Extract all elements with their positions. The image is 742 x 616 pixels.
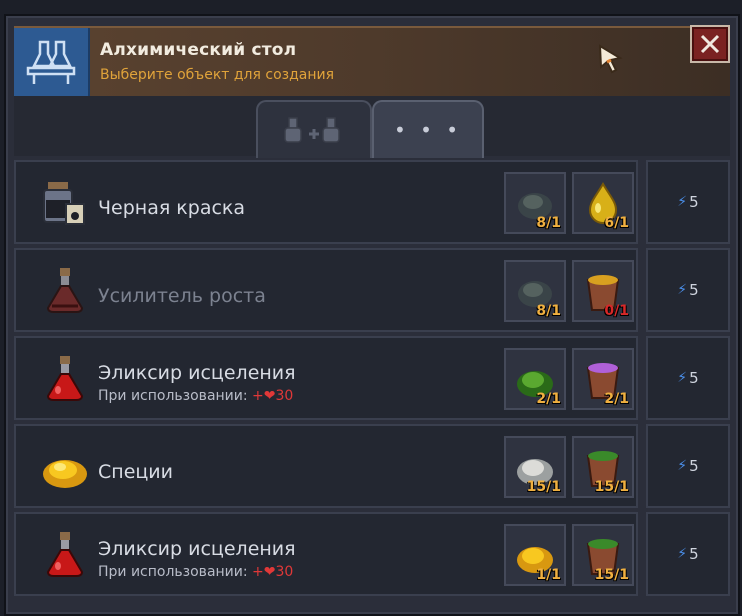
recipe-name: Эликсир исцеления xyxy=(98,362,296,384)
recipe-cell[interactable]: Эликсир исцеления При использовании: +❤3… xyxy=(14,336,638,420)
energy-cost: ⚡ 5 xyxy=(646,512,730,596)
recipe-name: Усилитель роста xyxy=(98,285,266,307)
ingredient-count: 15/1 xyxy=(594,479,629,495)
recipe-effect: При использовании: +❤30 xyxy=(98,564,293,580)
ingredient-count: 2/1 xyxy=(536,391,561,407)
energy-bolt-icon: ⚡ xyxy=(677,458,688,474)
recipe-name: Специи xyxy=(98,461,174,483)
more-dots-icon: • • • xyxy=(393,118,463,142)
ingredient-slot[interactable]: 15/1 xyxy=(504,436,566,498)
energy-cost: ⚡ 5 xyxy=(646,424,730,508)
energy-cost: ⚡ 5 xyxy=(646,336,730,420)
energy-cost: ⚡ 5 xyxy=(646,160,730,244)
tab-bar: • • • xyxy=(14,96,730,158)
ingredient-count: 15/1 xyxy=(526,479,561,495)
ingredient-slot[interactable]: 1/1 xyxy=(504,524,566,586)
recipe-cell[interactable]: Черная краска 8/1 6/1 xyxy=(14,160,638,244)
energy-bolt-icon: ⚡ xyxy=(677,546,688,562)
recipe-row[interactable]: Эликсир исцеления При использовании: +❤3… xyxy=(14,512,730,598)
ingredient-count: 8/1 xyxy=(536,303,561,319)
effect-label: При использовании: xyxy=(98,388,248,404)
energy-value: 5 xyxy=(689,281,699,299)
ingredient-count: 2/1 xyxy=(604,391,629,407)
recipe-row[interactable]: Специи 15/1 15/1 ⚡ 5 xyxy=(14,424,730,510)
healing-potion-icon xyxy=(46,356,84,401)
tab-more[interactable]: • • • xyxy=(372,100,484,158)
close-button[interactable] xyxy=(690,25,730,63)
black-paint-jar-icon xyxy=(43,182,85,225)
ingredient-count: 15/1 xyxy=(594,567,629,583)
ingredient-slot[interactable]: 6/1 xyxy=(572,172,634,234)
energy-cost: ⚡ 5 xyxy=(646,248,730,332)
recipe-row[interactable]: Усилитель роста 8/1 0/1 ⚡ 5 xyxy=(14,248,730,334)
close-icon xyxy=(700,34,720,54)
recipe-row[interactable]: Черная краска 8/1 6/1 ⚡ 5 xyxy=(14,160,730,246)
ingredient-count: 0/1 xyxy=(604,303,629,319)
tab-combine[interactable] xyxy=(256,100,372,158)
recipe-cell[interactable]: Специи 15/1 15/1 xyxy=(14,424,638,508)
ingredient-slot[interactable]: 0/1 xyxy=(572,260,634,322)
energy-value: 5 xyxy=(689,193,699,211)
healing-potion-icon xyxy=(46,532,84,577)
recipe-cell[interactable]: Усилитель роста 8/1 0/1 xyxy=(14,248,638,332)
ingredient-slot[interactable]: 8/1 xyxy=(504,260,566,322)
window-title: Алхимический стол xyxy=(100,40,297,60)
window-subtitle: Выберите объект для создания xyxy=(100,67,335,83)
effect-label: При использовании: xyxy=(98,564,248,580)
recipe-row[interactable]: Эликсир исцеления При использовании: +❤3… xyxy=(14,336,730,422)
ingredient-count: 6/1 xyxy=(604,215,629,231)
recipe-cell[interactable]: Эликсир исцеления При использовании: +❤3… xyxy=(14,512,638,596)
recipe-name: Черная краска xyxy=(98,197,246,219)
ingredient-slot[interactable]: 8/1 xyxy=(504,172,566,234)
ingredient-slot[interactable]: 15/1 xyxy=(572,436,634,498)
energy-bolt-icon: ⚡ xyxy=(677,282,688,298)
health-bonus: +❤30 xyxy=(252,388,294,404)
recipe-effect: При использовании: +❤30 xyxy=(98,388,293,404)
ingredient-count: 8/1 xyxy=(536,215,561,231)
ingredient-slot[interactable]: 2/1 xyxy=(572,348,634,410)
ingredient-count: 1/1 xyxy=(536,567,561,583)
ingredient-slot[interactable]: 15/1 xyxy=(572,524,634,586)
energy-value: 5 xyxy=(689,457,699,475)
energy-value: 5 xyxy=(689,369,699,387)
health-bonus: +❤30 xyxy=(252,564,294,580)
alchemy-blueprint-icon xyxy=(14,28,90,98)
ingredient-slot[interactable]: 2/1 xyxy=(504,348,566,410)
energy-value: 5 xyxy=(689,545,699,563)
recipe-name: Эликсир исцеления xyxy=(98,538,296,560)
energy-bolt-icon: ⚡ xyxy=(677,370,688,386)
spice-pile-icon xyxy=(43,460,87,488)
combine-flasks-icon xyxy=(284,117,340,143)
pointer-cursor-icon xyxy=(598,44,624,78)
energy-bolt-icon: ⚡ xyxy=(677,194,688,210)
growth-potion-icon xyxy=(46,268,84,313)
